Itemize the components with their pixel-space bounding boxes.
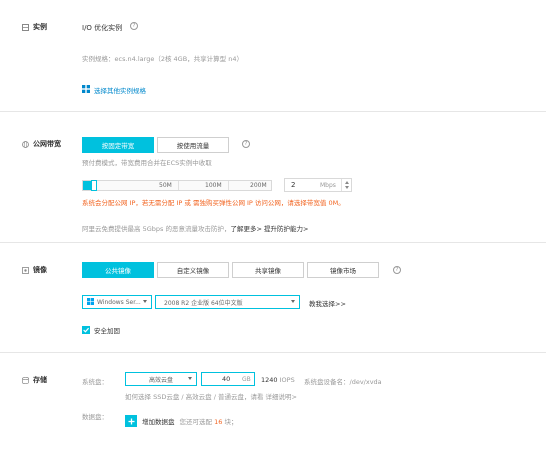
- instance-section: 实例 I/O 优化实例 ? 实例规格：ecs.n4.large（2核 4GB，共…: [0, 0, 546, 112]
- windows-icon: [87, 297, 94, 307]
- help-icon[interactable]: ?: [130, 22, 138, 30]
- tab-shared-image-label: 共享镜像: [255, 267, 281, 275]
- bandwidth-slider[interactable]: 50M 100M 200M: [82, 180, 272, 191]
- bandwidth-unit: Mbps: [320, 182, 336, 189]
- disk-size-unit: GB: [242, 375, 251, 383]
- tab-custom-image[interactable]: 自定义镜像: [157, 262, 229, 278]
- ddos-link[interactable]: 了解更多> 提升防护能力>: [230, 225, 308, 233]
- help-choose-link[interactable]: 教我选择>>: [309, 298, 346, 308]
- slider-divider: [178, 181, 179, 190]
- tab-image-market-label: 镜像市场: [330, 267, 356, 275]
- globe-icon: [22, 140, 29, 148]
- iops-readout: 1240 IOPS: [261, 376, 295, 384]
- remaining-disks: 您还可选配 16 块；: [180, 416, 238, 426]
- os-select-value: Windows Ser...: [97, 298, 141, 306]
- slider-tick-label: 100M: [205, 182, 222, 189]
- tab-public-image[interactable]: 公共镜像: [82, 262, 154, 278]
- storage-section-label: 存储: [22, 375, 47, 385]
- storage-section: 存储 系统盘： 高效云盘 40 GB 1240 IOPS 系统盘设备名：/dev…: [0, 353, 546, 450]
- slider-tick-label: 200M: [250, 182, 267, 189]
- storage-label-text: 存储: [33, 376, 47, 384]
- database-icon: [22, 376, 29, 384]
- os-select[interactable]: Windows Ser...: [82, 295, 152, 309]
- instance-label-text: 实例: [33, 23, 47, 31]
- help-icon[interactable]: ?: [393, 266, 401, 274]
- check-icon[interactable]: [82, 326, 90, 334]
- plus-icon[interactable]: [125, 415, 137, 427]
- slider-divider: [228, 181, 229, 190]
- ddos-notice: 阿里云免费提供最高 5Gbps 的恶意流量攻击防护，了解更多> 提升防护能力>: [82, 223, 308, 233]
- stepper-arrows[interactable]: [341, 179, 351, 191]
- chevron-down-icon: [143, 300, 147, 303]
- remaining-suffix: 块；: [224, 418, 238, 426]
- remaining-prefix: 您还可选配: [179, 418, 213, 426]
- bandwidth-slider-handle[interactable]: [91, 180, 97, 191]
- chevron-up-icon[interactable]: [344, 180, 349, 184]
- add-data-disk-button[interactable]: 增加数据盘 您还可选配 16 块；: [125, 415, 237, 427]
- bandwidth-description: 预付费模式，带宽费用合并在ECS实例中收取: [82, 159, 212, 167]
- disk-type-select[interactable]: 高效云盘: [125, 372, 197, 386]
- choose-other-spec-link[interactable]: 选择其他实例规格: [82, 85, 146, 95]
- chevron-down-icon[interactable]: [344, 186, 349, 189]
- security-checkbox[interactable]: 安全加固: [82, 325, 120, 335]
- version-select[interactable]: 2008 R2 企业版 64位中文版: [155, 295, 300, 309]
- slider-tick-label: 50M: [159, 182, 172, 189]
- instance-spec-line: 实例规格：ecs.n4.large（2核 4GB，共享计算型 n4）: [82, 55, 243, 63]
- add-data-disk-label: 增加数据盘: [142, 418, 175, 426]
- tab-shared-image[interactable]: 共享镜像: [232, 262, 304, 278]
- choose-other-spec-text: 选择其他实例规格: [94, 87, 146, 95]
- bandwidth-section: 公网带宽 按固定带宽 按使用流量 ? 预付费模式，带宽费用合并在ECS实例中收取…: [0, 112, 546, 243]
- disk-size-input[interactable]: 40 GB: [201, 372, 255, 386]
- disc-icon: [22, 266, 29, 274]
- image-section: 镜像 公共镜像 自定义镜像 共享镜像 镜像市场 ? Windows Ser...…: [0, 243, 546, 353]
- tab-custom-image-label: 自定义镜像: [176, 267, 210, 275]
- tab-pay-by-traffic-label: 按使用流量: [176, 142, 210, 150]
- tab-fixed-bandwidth[interactable]: 按固定带宽: [82, 137, 154, 153]
- disk-size-value: 40: [222, 375, 231, 383]
- instance-family-title: I/O 优化实例: [82, 24, 123, 32]
- disk-type-value: 高效云盘: [148, 376, 173, 384]
- instance-section-label: 实例: [22, 22, 47, 32]
- version-select-value: 2008 R2 企业版 64位中文版: [164, 299, 243, 307]
- iops-unit: IOPS: [279, 376, 295, 384]
- bandwidth-section-label: 公网带宽: [22, 139, 61, 149]
- device-name: 系统盘设备名：/dev/xvda: [304, 378, 382, 386]
- chevron-down-icon: [188, 377, 192, 380]
- data-disk-label: 数据盘：: [82, 413, 108, 421]
- system-disk-label: 系统盘：: [82, 378, 108, 386]
- bandwidth-warning: 系统会分配公网 IP，若无需分配 IP 或 需独购买弹性公网 IP 访问公网，请…: [82, 199, 345, 207]
- tab-public-image-label: 公共镜像: [105, 267, 131, 275]
- bandwidth-stepper[interactable]: 2 Mbps: [284, 178, 352, 192]
- disk-help-text: 如何选择 SSD云盘 / 高效云盘 / 普通云盘，请看 详细说明>: [125, 393, 297, 401]
- bandwidth-label-text: 公网带宽: [33, 140, 61, 148]
- grid-icon: [82, 85, 90, 95]
- image-label-text: 镜像: [33, 266, 47, 274]
- tab-pay-by-traffic[interactable]: 按使用流量: [157, 137, 229, 153]
- remaining-count: 16: [214, 418, 223, 426]
- bandwidth-value: 2: [291, 181, 296, 189]
- chevron-down-icon: [291, 300, 295, 303]
- tab-fixed-bandwidth-label: 按固定带宽: [101, 142, 135, 150]
- help-icon[interactable]: ?: [242, 140, 250, 148]
- ddos-text: 阿里云免费提供最高 5Gbps 的恶意流量攻击防护，: [82, 225, 231, 233]
- security-checkbox-label: 安全加固: [94, 327, 120, 335]
- cube-icon: [22, 23, 29, 31]
- image-section-label: 镜像: [22, 265, 47, 275]
- iops-value: 1240: [261, 376, 278, 384]
- tab-image-market[interactable]: 镜像市场: [307, 262, 379, 278]
